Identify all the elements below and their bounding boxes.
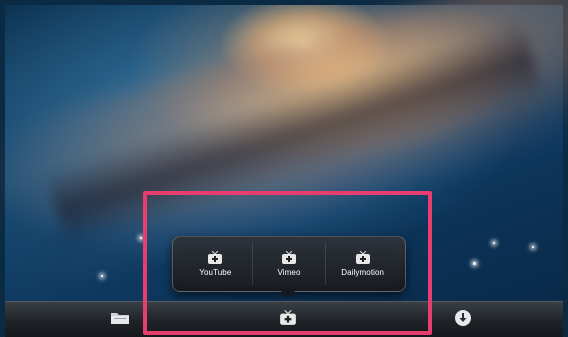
star <box>101 275 103 277</box>
star <box>532 246 534 248</box>
download-icon <box>454 309 472 332</box>
star <box>493 242 495 244</box>
star <box>473 262 476 265</box>
star <box>140 237 142 239</box>
folder-button[interactable] <box>108 310 132 330</box>
screen: YouTube Vimeo Dailymotion <box>0 0 568 337</box>
highlight-box <box>143 191 432 335</box>
folder-icon <box>110 310 130 330</box>
download-button[interactable] <box>451 309 475 332</box>
